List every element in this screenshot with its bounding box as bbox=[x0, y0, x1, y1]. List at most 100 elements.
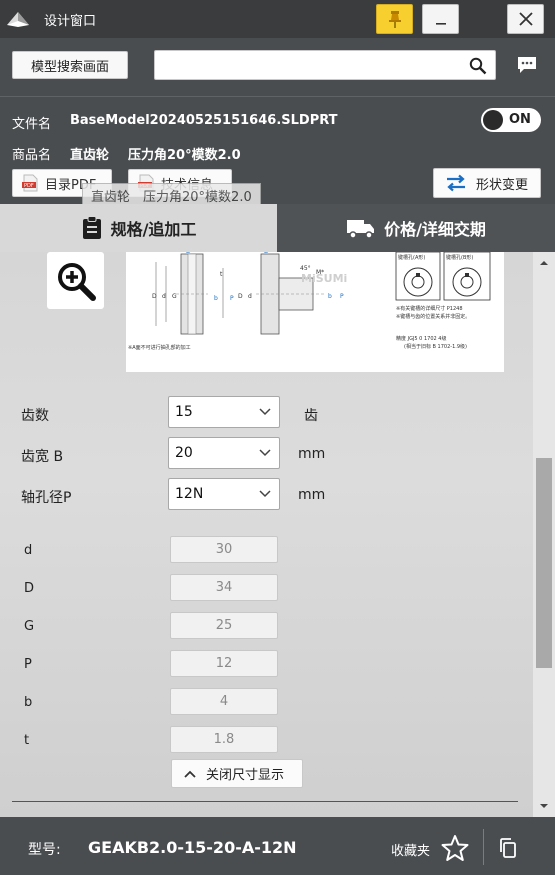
svg-text:PDF: PDF bbox=[24, 183, 34, 189]
bore-select[interactable]: 12N bbox=[168, 478, 280, 510]
product-name-value: 直齿轮 bbox=[70, 148, 110, 163]
scroll-down-icon[interactable] bbox=[539, 801, 549, 811]
svg-text:B: B bbox=[264, 252, 268, 255]
footer-separator bbox=[483, 829, 484, 865]
window-title: 设计窗口 bbox=[44, 14, 97, 29]
on-off-toggle[interactable]: ON bbox=[481, 108, 541, 132]
scroll-up-icon[interactable] bbox=[539, 258, 549, 268]
bore-unit: mm bbox=[298, 487, 326, 503]
dim-d-value: 30 bbox=[170, 536, 278, 563]
minimize-icon bbox=[435, 23, 446, 25]
dim-P-label: P bbox=[24, 657, 32, 672]
search-input[interactable] bbox=[161, 55, 461, 77]
chat-icon[interactable] bbox=[516, 55, 538, 75]
tab-spec-label: 规格/追加工 bbox=[110, 220, 197, 239]
pdf-icon: PDF bbox=[22, 174, 38, 192]
svg-text:※有关键槽的详细尺寸 P1248: ※有关键槽的详细尺寸 P1248 bbox=[396, 305, 463, 312]
part-number-value: GEAKB2.0-15-20-A-12N bbox=[88, 838, 297, 857]
svg-text:键槽孔(B形): 键槽孔(B形) bbox=[446, 254, 473, 261]
swap-arrows-icon bbox=[447, 174, 465, 192]
tab-price-label: 价格/详细交期 bbox=[384, 220, 486, 239]
model-search-button[interactable]: 模型搜索画面 bbox=[12, 51, 128, 79]
chevron-down-icon bbox=[259, 490, 271, 498]
app-logo-icon bbox=[7, 12, 29, 27]
zoom-button[interactable] bbox=[47, 252, 104, 309]
product-name-label: 商品名 bbox=[12, 148, 52, 163]
svg-text:P: P bbox=[230, 295, 234, 302]
shape-change-button[interactable]: 形状变更 bbox=[433, 168, 541, 198]
svg-text:※键槽与齿的位置关系并非固定。: ※键槽与齿的位置关系并非固定。 bbox=[396, 313, 470, 320]
svg-text:G: G bbox=[172, 293, 177, 300]
dim-D-label: D bbox=[24, 581, 35, 596]
truck-icon bbox=[347, 220, 375, 239]
width-unit: mm bbox=[298, 446, 326, 462]
close-button[interactable] bbox=[507, 4, 544, 34]
svg-text:b: b bbox=[328, 293, 332, 300]
scrollbar[interactable] bbox=[533, 252, 555, 817]
search-box bbox=[154, 50, 496, 80]
product-spec-value: 压力角20°模数2.0 bbox=[128, 148, 241, 163]
tab-spec[interactable]: 规格/追加工 bbox=[0, 204, 277, 252]
field-teeth-label: 齿数 bbox=[21, 408, 49, 424]
footer-bar: 型号: GEAKB2.0-15-20-A-12N 收藏夹 bbox=[0, 817, 555, 875]
svg-text:精度 JGJ5 0 1702 4级: 精度 JGJ5 0 1702 4级 bbox=[396, 335, 446, 342]
dim-b-label: b bbox=[24, 695, 33, 710]
clipboard-icon bbox=[82, 216, 101, 239]
gear-drawing: D d G B b P t B M* 45° D d b P MiS bbox=[128, 252, 491, 351]
copy-icon[interactable] bbox=[499, 838, 517, 858]
search-icon[interactable] bbox=[469, 57, 487, 75]
toggle-label: ON bbox=[509, 112, 531, 127]
width-select[interactable]: 20 bbox=[168, 437, 280, 469]
dim-t-label: t bbox=[24, 733, 30, 748]
part-number-label: 型号: bbox=[28, 842, 61, 858]
dim-D-value: 34 bbox=[170, 574, 278, 601]
bore-select-value: 12N bbox=[175, 486, 204, 502]
favorite-label: 收藏夹 bbox=[391, 844, 431, 859]
header-divider bbox=[0, 96, 555, 97]
file-name-value: BaseModel20240525151646.SLDPRT bbox=[70, 113, 338, 128]
pin-button[interactable] bbox=[376, 4, 413, 34]
shape-change-label: 形状变更 bbox=[476, 177, 529, 193]
teeth-select[interactable]: 15 bbox=[168, 396, 280, 428]
dim-d-label: d bbox=[24, 543, 33, 558]
file-name-label: 文件名 bbox=[12, 117, 52, 132]
title-bar: 设计窗口 bbox=[0, 0, 555, 38]
svg-text:t: t bbox=[220, 271, 223, 278]
svg-text:※A面不可进行抽孔部的加工: ※A面不可进行抽孔部的加工 bbox=[128, 344, 191, 351]
svg-text:P: P bbox=[340, 293, 344, 300]
svg-text:D: D bbox=[238, 293, 243, 300]
svg-text:B: B bbox=[186, 252, 190, 255]
dim-G-label: G bbox=[24, 619, 35, 634]
chevron-down-icon bbox=[259, 449, 271, 457]
close-dimensions-button[interactable]: 关闭尺寸显示 bbox=[171, 759, 303, 788]
minimize-button[interactable] bbox=[422, 4, 459, 34]
dim-b-value: 4 bbox=[170, 688, 278, 715]
svg-text:键槽孔(A形): 键槽孔(A形) bbox=[398, 254, 425, 261]
svg-text:d: d bbox=[162, 293, 166, 300]
tab-price[interactable]: 价格/详细交期 bbox=[277, 204, 555, 252]
svg-text:MiSUMi: MiSUMi bbox=[301, 272, 347, 285]
close-dimensions-label: 关闭尺寸显示 bbox=[206, 768, 285, 783]
dim-G-value: 25 bbox=[170, 612, 278, 639]
design-window: 设计窗口 模型搜索画面 文件名 BaseModel20240525151646.… bbox=[0, 0, 555, 875]
svg-text:(相当于旧标 B 1702-1.9级): (相当于旧标 B 1702-1.9级) bbox=[404, 343, 467, 350]
scrollbar-thumb[interactable] bbox=[536, 458, 552, 668]
spec-content: D d G B b P t B M* 45° D d b P MiS bbox=[0, 252, 533, 817]
zoom-in-icon bbox=[57, 262, 96, 301]
star-icon[interactable] bbox=[441, 834, 469, 862]
toggle-knob bbox=[483, 110, 503, 130]
svg-text:D: D bbox=[152, 293, 157, 300]
teeth-unit: 齿 bbox=[304, 408, 318, 424]
teeth-select-value: 15 bbox=[175, 404, 193, 420]
dim-t-value: 1.8 bbox=[170, 726, 278, 753]
width-select-value: 20 bbox=[175, 445, 193, 461]
chevron-down-icon bbox=[259, 408, 271, 416]
dim-P-value: 12 bbox=[170, 650, 278, 677]
svg-text:b: b bbox=[214, 295, 218, 302]
technical-drawing: D d G B b P t B M* 45° D d b P MiS bbox=[126, 252, 504, 372]
chevron-up-icon bbox=[184, 770, 196, 778]
close-icon bbox=[518, 12, 533, 26]
field-bore-label: 轴孔径P bbox=[21, 490, 72, 506]
content-divider bbox=[12, 801, 518, 802]
field-width-label: 齿宽 B bbox=[21, 449, 64, 465]
